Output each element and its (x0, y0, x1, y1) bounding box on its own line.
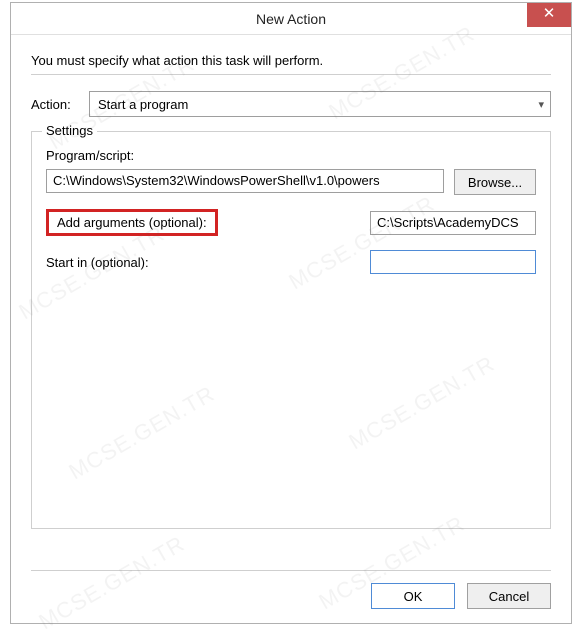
action-selected: Start a program (98, 97, 188, 112)
ok-button[interactable]: OK (371, 583, 455, 609)
settings-legend: Settings (42, 123, 97, 138)
instruction-text: You must specify what action this task w… (31, 53, 551, 68)
title-bar: New Action ✕ (11, 3, 571, 35)
footer-divider (31, 570, 551, 571)
action-label: Action: (31, 97, 89, 112)
action-row: Action: Start a program ▾ (31, 91, 551, 117)
divider (31, 74, 551, 75)
browse-button[interactable]: Browse... (454, 169, 536, 195)
start-in-input[interactable] (370, 250, 536, 274)
program-label: Program/script: (46, 148, 536, 163)
arguments-input-wrap: C:\Scripts\AcademyDCS (370, 211, 536, 235)
window-title: New Action (11, 3, 571, 35)
close-button[interactable]: ✕ (527, 3, 571, 27)
start-in-label: Start in (optional): (46, 255, 149, 270)
arguments-input[interactable]: C:\Scripts\AcademyDCS (370, 211, 536, 235)
cancel-button[interactable]: Cancel (467, 583, 551, 609)
chevron-down-icon: ▾ (538, 98, 544, 111)
settings-group: Settings Program/script: C:\Windows\Syst… (31, 131, 551, 529)
dialog-footer: OK Cancel (371, 583, 551, 609)
action-dropdown[interactable]: Start a program ▾ (89, 91, 551, 117)
start-in-input-wrap (370, 250, 536, 274)
new-action-dialog: New Action ✕ You must specify what actio… (10, 2, 572, 624)
arguments-label: Add arguments (optional): (57, 215, 207, 230)
dialog-body: You must specify what action this task w… (11, 35, 571, 529)
program-input[interactable]: C:\Windows\System32\WindowsPowerShell\v1… (46, 169, 444, 193)
close-icon: ✕ (543, 5, 556, 22)
arguments-row: Add arguments (optional): C:\Scripts\Aca… (46, 209, 536, 236)
arguments-label-highlight: Add arguments (optional): (46, 209, 218, 236)
program-row: C:\Windows\System32\WindowsPowerShell\v1… (46, 169, 536, 195)
start-in-row: Start in (optional): (46, 250, 536, 274)
